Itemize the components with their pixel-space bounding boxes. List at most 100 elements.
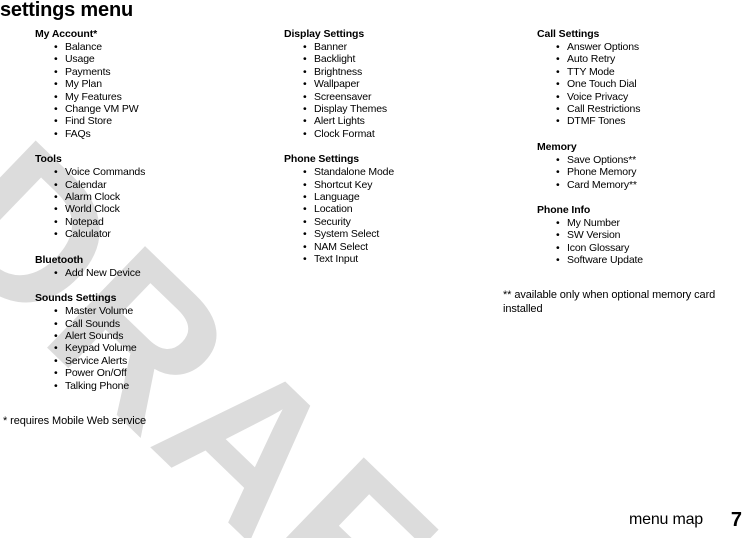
menu-item[interactable]: • Icon Glossary xyxy=(537,242,747,254)
menu-item[interactable]: • Alarm Clock xyxy=(35,191,250,203)
menu-group-title: Bluetooth xyxy=(35,253,84,266)
bullet-icon: • xyxy=(303,191,307,204)
menu-item[interactable]: • My Number xyxy=(537,217,747,229)
menu-item-label: Shortcut Key xyxy=(314,178,373,191)
menu-item[interactable]: • Keypad Volume xyxy=(35,342,250,354)
menu-item[interactable]: • Add New Device xyxy=(35,267,250,279)
menu-group-title: Call Settings xyxy=(537,28,600,40)
menu-item[interactable]: • World Clock xyxy=(35,203,250,215)
menu-item[interactable]: • Backlight xyxy=(284,53,499,65)
menu-item[interactable]: • Alert Sounds xyxy=(35,330,250,342)
menu-item[interactable]: • Payments xyxy=(35,66,250,78)
bullet-icon: • xyxy=(303,240,307,253)
bullet-icon: • xyxy=(303,166,307,179)
footnote-single-star: * requires Mobile Web service xyxy=(3,415,147,427)
menu-item[interactable]: • Clock Format xyxy=(284,128,499,140)
menu-item[interactable]: • Master Volume xyxy=(35,305,250,317)
menu-item[interactable]: • Location xyxy=(284,203,499,215)
menu-item-list: • Voice Commands • Calendar • Alarm Clock • Wor… xyxy=(35,166,250,240)
menu-column-1: My Account* • Balance • Usage • Payments • My Pl… xyxy=(35,28,250,392)
menu-item[interactable]: • Service Alerts xyxy=(35,355,250,367)
menu-item[interactable]: • Balance xyxy=(35,41,250,53)
menu-item[interactable]: • SW Version xyxy=(537,229,747,241)
menu-item-label: DTMF Tones xyxy=(567,115,626,128)
menu-group-title: Phone Info xyxy=(537,204,591,217)
bullet-icon: • xyxy=(556,217,560,230)
menu-item[interactable]: • Calculator xyxy=(35,228,250,240)
menu-item[interactable]: • Power On/Off xyxy=(35,367,250,379)
menu-item-label: Display Themes xyxy=(314,103,387,116)
menu-item[interactable]: • Phone Memory xyxy=(537,166,747,178)
menu-item[interactable]: • Language xyxy=(284,191,499,203)
bullet-icon: • xyxy=(54,90,58,103)
menu-item[interactable]: • Wallpaper xyxy=(284,78,499,90)
bullet-icon: • xyxy=(303,178,307,191)
menu-item[interactable]: • Voice Privacy xyxy=(537,91,747,103)
menu-item-list: • Banner • Backlight • Brightness • Wallpaper • S… xyxy=(284,41,499,140)
menu-item[interactable]: • Save Options** xyxy=(537,154,747,166)
menu-item[interactable]: • System Select xyxy=(284,228,499,240)
menu-map-page: settings menu My Account* • Balance • Usage •… xyxy=(0,0,748,538)
bullet-icon: • xyxy=(54,266,58,279)
menu-item[interactable]: • Answer Options xyxy=(537,41,747,53)
menu-item-label: My Number xyxy=(567,217,620,230)
menu-item-label: Text Input xyxy=(314,253,359,266)
menu-item[interactable]: • Banner xyxy=(284,41,499,53)
menu-item-label: SW Version xyxy=(567,229,621,242)
menu-item[interactable]: • My Plan xyxy=(35,78,250,90)
menu-group-title: Display Settings xyxy=(284,28,365,40)
menu-item[interactable]: • One Touch Dial xyxy=(537,78,747,90)
menu-item[interactable]: • NAM Select xyxy=(284,241,499,253)
menu-item[interactable]: • TTY Mode xyxy=(537,66,747,78)
menu-item-label: Voice Privacy xyxy=(567,90,629,103)
bullet-icon: • xyxy=(556,115,560,128)
menu-item-label: Answer Options xyxy=(567,41,640,53)
menu-item-label: System Select xyxy=(314,228,380,241)
menu-item[interactable]: • Find Store xyxy=(35,115,250,127)
menu-item[interactable]: • Call Restrictions xyxy=(537,103,747,115)
menu-item[interactable]: • Alert Lights xyxy=(284,115,499,127)
menu-item[interactable]: • Talking Phone xyxy=(35,380,250,392)
menu-item[interactable]: • Display Themes xyxy=(284,103,499,115)
menu-item-list: • Master Volume • Call Sounds • Alert Sounds •… xyxy=(35,305,250,392)
menu-item[interactable]: • Screensaver xyxy=(284,91,499,103)
bullet-icon: • xyxy=(54,379,58,392)
menu-item-label: Payments xyxy=(65,65,111,78)
menu-item[interactable]: • Software Update xyxy=(537,254,747,266)
menu-item[interactable]: • Brightness xyxy=(284,66,499,78)
bullet-icon: • xyxy=(556,90,560,103)
menu-group-title: Sounds Settings xyxy=(35,292,117,305)
menu-item-label: Icon Glossary xyxy=(567,241,630,254)
menu-item-label: Clock Format xyxy=(314,127,375,140)
menu-item[interactable]: • FAQs xyxy=(35,128,250,140)
bullet-icon: • xyxy=(303,203,307,216)
menu-item[interactable]: • Notepad xyxy=(35,216,250,228)
menu-item-list: • Standalone Mode • Shortcut Key • Language • L… xyxy=(284,166,499,265)
bullet-icon: • xyxy=(54,342,58,355)
menu-item[interactable]: • Shortcut Key xyxy=(284,179,499,191)
menu-item[interactable]: • Card Memory** xyxy=(537,179,747,191)
menu-item[interactable]: • Security xyxy=(284,216,499,228)
bullet-icon: • xyxy=(303,103,307,116)
menu-group: My Account* • Balance • Usage • Payments • My Pl… xyxy=(35,28,250,140)
menu-item[interactable]: • Calendar xyxy=(35,179,250,191)
menu-column-2: Display Settings • Banner • Backlight • Bright… xyxy=(284,28,499,266)
menu-item[interactable]: • Auto Retry xyxy=(537,53,747,65)
menu-item[interactable]: • Standalone Mode xyxy=(284,166,499,178)
menu-item[interactable]: • DTMF Tones xyxy=(537,115,747,127)
menu-item-label: Screensaver xyxy=(314,90,372,103)
menu-item[interactable]: • My Features xyxy=(35,91,250,103)
menu-item[interactable]: • Change VM PW xyxy=(35,103,250,115)
menu-item-label: Calculator xyxy=(65,228,111,241)
menu-item[interactable]: • Usage xyxy=(35,53,250,65)
menu-item-label: Card Memory** xyxy=(567,178,637,191)
bullet-icon: • xyxy=(556,153,560,166)
menu-item[interactable]: • Call Sounds xyxy=(35,318,250,330)
menu-group: Memory • Save Options** • Phone Memory • Card … xyxy=(537,141,747,191)
menu-item[interactable]: • Voice Commands xyxy=(35,166,250,178)
bullet-icon: • xyxy=(54,115,58,128)
bullet-icon: • xyxy=(54,53,58,66)
menu-item[interactable]: • Text Input xyxy=(284,253,499,265)
menu-item-label: Keypad Volume xyxy=(65,342,137,355)
bullet-icon: • xyxy=(303,90,307,103)
